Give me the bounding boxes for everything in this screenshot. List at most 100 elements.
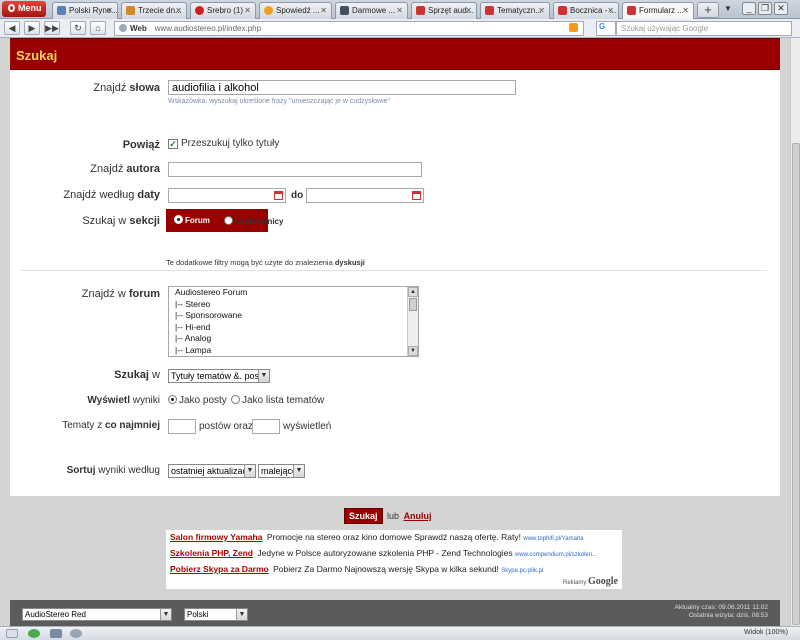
- calendar-icon[interactable]: [274, 191, 283, 200]
- tab-list-arrow-icon[interactable]: ▼: [724, 4, 732, 13]
- tab-close-icon[interactable]: ✕: [682, 6, 689, 15]
- home-icon[interactable]: ⌂: [90, 21, 106, 35]
- tab-favicon-icon: [195, 6, 204, 15]
- section-forum-radio[interactable]: [174, 215, 183, 224]
- sort-order-select[interactable]: malejąco ▼: [258, 464, 305, 478]
- url-scheme-label: Web: [130, 24, 147, 33]
- web-search-input[interactable]: Szukaj używając Google: [616, 21, 792, 36]
- url-input[interactable]: Web www.audiostereo.pl/index.php: [114, 21, 584, 36]
- minimize-window-button[interactable]: _: [742, 2, 756, 15]
- search-submit-button[interactable]: Szukaj: [344, 508, 383, 524]
- search-in-select[interactable]: Tytuły tematów &. posty ▼: [168, 369, 270, 383]
- forum-option[interactable]: |-- Hi-end: [169, 322, 418, 334]
- turbo-icon[interactable]: [50, 629, 62, 638]
- ad-item[interactable]: Salon firmowy Yamaha Promocje na stereo …: [166, 530, 622, 546]
- sort-field-value: ostatniej aktualizacji: [171, 466, 252, 476]
- author-label-plain: Znajdź: [90, 163, 127, 175]
- section-forum-option[interactable]: Forum: [174, 215, 210, 225]
- forward-arrow-icon[interactable]: ▶: [24, 21, 40, 35]
- tab-close-icon[interactable]: ✕: [175, 6, 182, 15]
- ad-url[interactable]: www.tophifi.pl/Yamaha: [523, 536, 583, 542]
- new-tab-button[interactable]: +: [697, 2, 719, 18]
- author-input[interactable]: [168, 162, 422, 177]
- ad-url[interactable]: Skype.pc-plik.pl: [501, 568, 543, 574]
- browser-tab[interactable]: Bocznica - ... ✕: [553, 2, 619, 19]
- rss-feed-icon[interactable]: [569, 23, 578, 32]
- tab-close-icon[interactable]: ✕: [396, 6, 403, 15]
- ad-title[interactable]: Szkolenia PHP, Zend: [170, 548, 253, 558]
- tab-close-icon[interactable]: ✕: [106, 6, 113, 15]
- results-as-topics-radio[interactable]: [231, 395, 240, 404]
- min-views-input[interactable]: [252, 419, 280, 434]
- results-as-posts-label: Jako posty: [179, 395, 227, 406]
- style-select[interactable]: AudioStereo Red ▼: [22, 608, 172, 621]
- language-select[interactable]: Polski ▼: [184, 608, 248, 621]
- restore-window-button[interactable]: ❐: [758, 2, 772, 15]
- browser-tab-active[interactable]: Formularz ... ✕: [622, 2, 694, 20]
- fast-forward-icon[interactable]: ▶▶: [44, 21, 60, 35]
- browser-tab[interactable]: Trzecie dn... ✕: [121, 2, 187, 19]
- forum-option[interactable]: |-- Sponsorowane: [169, 310, 418, 322]
- ad-url[interactable]: www.compendium.pl/szkolen...: [515, 552, 597, 558]
- results-as-topics-option[interactable]: Jako lista tematów: [231, 395, 324, 406]
- browser-tab[interactable]: Polski Ryne... ✕: [52, 2, 118, 19]
- forum-option[interactable]: |-- Analog: [169, 333, 418, 345]
- results-as-posts-option[interactable]: Jako posty: [168, 395, 227, 406]
- ad-title[interactable]: Salon firmowy Yamaha: [170, 532, 262, 542]
- browser-tab[interactable]: Darmowe ... ✕: [335, 2, 408, 19]
- tab-label: Srebro (1): [207, 6, 244, 15]
- tab-close-icon[interactable]: ✕: [538, 6, 545, 15]
- google-logo-icon: Google: [588, 576, 618, 587]
- cancel-link[interactable]: Anuluj: [404, 511, 432, 521]
- scroll-down-arrow-icon[interactable]: ▼: [408, 346, 418, 356]
- keywords-input[interactable]: audiofilia i alkohol: [168, 80, 516, 95]
- page-scrollbar[interactable]: [790, 38, 800, 626]
- browser-menu-button[interactable]: Menu: [2, 1, 46, 17]
- ads-by-google[interactable]: Reklamy Google: [563, 576, 618, 587]
- calendar-icon[interactable]: [412, 191, 421, 200]
- zoom-level[interactable]: Widok (100%): [744, 629, 788, 636]
- sort-field-select[interactable]: ostatniej aktualizacji ▼: [168, 464, 256, 478]
- browser-tab[interactable]: Sprzęt aud... ✕: [411, 2, 477, 19]
- section-users-radio[interactable]: [224, 216, 233, 225]
- page-scroll-thumb[interactable]: [792, 143, 800, 625]
- reload-icon[interactable]: ↻: [70, 21, 86, 35]
- section-users-label: Użytkownicy: [235, 217, 284, 226]
- tab-label: Spowiedź ...: [276, 6, 320, 15]
- titles-only-checkbox[interactable]: ✓: [168, 139, 178, 149]
- date-from-input[interactable]: [168, 188, 286, 203]
- tab-close-icon[interactable]: ✕: [465, 6, 472, 15]
- tab-close-icon[interactable]: ✕: [607, 6, 614, 15]
- forum-listbox-scroll-thumb[interactable]: [409, 298, 417, 311]
- style-select-value: AudioStereo Red: [25, 610, 86, 619]
- tab-close-icon[interactable]: ✕: [244, 6, 251, 15]
- tab-favicon-icon: [57, 6, 66, 15]
- forum-option[interactable]: Audiostereo Forum: [169, 287, 418, 299]
- back-arrow-icon[interactable]: ◀: [4, 21, 20, 35]
- tab-close-icon[interactable]: ✕: [320, 6, 327, 15]
- forum-listbox[interactable]: Audiostereo Forum |-- Stereo |-- Sponsor…: [168, 286, 419, 357]
- forum-listbox-scrollbar[interactable]: ▲ ▼: [407, 287, 418, 356]
- forum-option[interactable]: |-- Stereo: [169, 299, 418, 311]
- scroll-up-arrow-icon[interactable]: ▲: [408, 287, 418, 297]
- unite-icon[interactable]: [28, 629, 40, 638]
- date-to-label: do: [291, 190, 304, 201]
- date-to-input[interactable]: [306, 188, 424, 203]
- titles-only-option[interactable]: ✓ Przeszukuj tylko tytuły: [168, 138, 279, 149]
- browser-tab[interactable]: Spowiedź ... ✕: [259, 2, 332, 19]
- browser-tab[interactable]: Srebro (1) ✕: [190, 2, 256, 19]
- browser-tab[interactable]: Tematyczn... ✕: [480, 2, 550, 19]
- close-window-button[interactable]: ✕: [774, 2, 788, 15]
- min-posts-input[interactable]: [168, 419, 196, 434]
- ad-item[interactable]: Szkolenia PHP, Zend Jedyne w Polsce auto…: [166, 546, 622, 562]
- titles-only-label: Przeszukuj tylko tytuły: [181, 138, 280, 149]
- search-engine-selector[interactable]: G: [596, 21, 616, 36]
- forum-option[interactable]: |-- Lampa: [169, 345, 418, 357]
- section-users-option[interactable]: Użytkownicy: [224, 216, 283, 226]
- panel-toggle-icon[interactable]: [6, 629, 18, 638]
- results-as-posts-radio[interactable]: [168, 395, 177, 404]
- ad-item[interactable]: Pobierz Skypa za Darmo Pobierz Za Darmo …: [166, 562, 622, 578]
- speed-dial-icon[interactable]: [70, 629, 82, 638]
- ad-title[interactable]: Pobierz Skypa za Darmo: [170, 564, 269, 574]
- tab-label: Tematyczn...: [497, 6, 542, 15]
